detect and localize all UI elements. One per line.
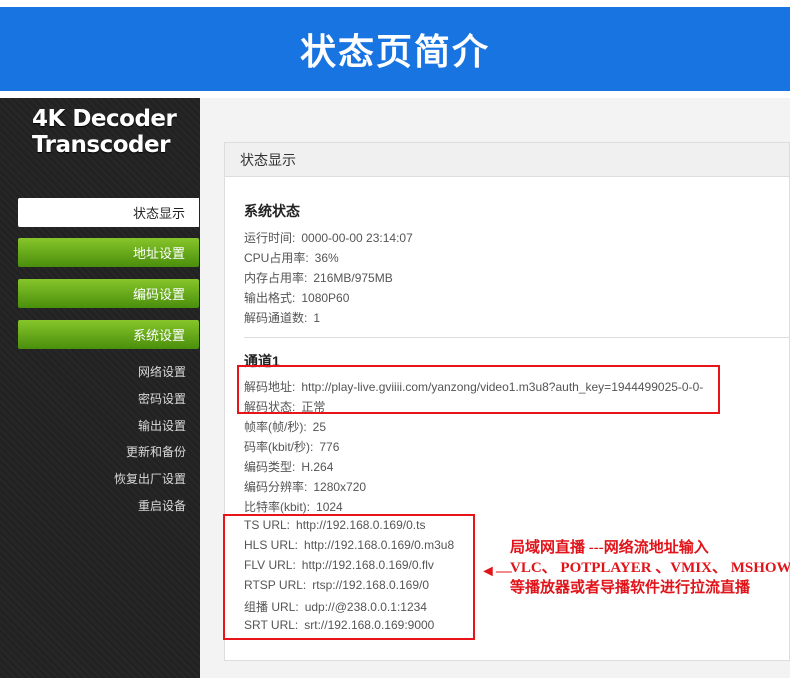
annotation-arrow: ◄— (480, 563, 512, 580)
row-value: 216MB/975MB (313, 271, 393, 285)
sub-menu-reboot[interactable]: 重启设备 (138, 497, 186, 514)
channel-row-bitrate-kbit: 比特率(kbit): 1024 (244, 498, 343, 515)
menu-address-settings[interactable]: 地址设置 (18, 238, 199, 267)
section-divider (244, 337, 789, 338)
channel-row-resolution: 编码分辨率: 1280x720 (244, 478, 366, 495)
system-status-title: 系统状态 (244, 203, 300, 219)
system-row-memory: 内存占用率: 216MB/975MB (244, 269, 393, 286)
panel-header: 状态显示 (225, 143, 789, 177)
menu-status[interactable]: 状态显示 (18, 198, 199, 227)
annotation-line-3: 等播放器或者导播软件进行拉流直播 (510, 580, 751, 596)
decode-address-highlight-box (237, 365, 720, 414)
channel-row-encode-type: 编码类型: H.264 (244, 458, 333, 475)
logo-line-1: 4K Decoder (32, 106, 177, 132)
row-label: 比特率(kbit): (244, 500, 311, 514)
top-banner: 状态页简介 (0, 7, 790, 91)
sub-menu-update-backup[interactable]: 更新和备份 (126, 443, 186, 460)
row-value: 1 (313, 311, 321, 325)
menu-encoding-settings[interactable]: 编码设置 (18, 279, 199, 308)
menu-system-settings[interactable]: 系统设置 (18, 320, 199, 349)
row-label: 内存占用率: (244, 271, 308, 285)
sidebar: 4K Decoder Transcoder 状态显示 地址设置 编码设置 系统设… (0, 98, 200, 678)
logo: 4K Decoder Transcoder (32, 106, 177, 158)
row-label: 编码类型: (244, 460, 296, 474)
row-value: 1024 (316, 500, 343, 514)
system-row-output-format: 输出格式: 1080P60 (244, 289, 349, 306)
sub-menu-network[interactable]: 网络设置 (138, 363, 186, 380)
row-value: 1080P60 (301, 291, 350, 305)
sub-menu-factory-reset[interactable]: 恢复出厂设置 (114, 470, 186, 487)
annotation-note: 局域网直播 ---网络流地址输入 VLC、 POTPLAYER 、VMIX、 M… (510, 538, 790, 598)
row-label: 帧率(帧/秒): (244, 420, 307, 434)
row-value: 776 (319, 440, 340, 454)
sub-menu-password[interactable]: 密码设置 (138, 390, 186, 407)
sub-menu-output[interactable]: 输出设置 (138, 417, 186, 434)
urls-highlight-box (223, 514, 475, 640)
channel-row-fps: 帧率(帧/秒): 25 (244, 418, 326, 435)
row-label: 码率(kbit/秒): (244, 440, 314, 454)
row-value: 25 (312, 420, 327, 434)
row-value: 1280x720 (313, 480, 367, 494)
system-row-cpu: CPU占用率: 36% (244, 249, 339, 266)
row-value: 36% (314, 251, 339, 265)
system-row-uptime: 运行时间: 0000-00-00 23:14:07 (244, 229, 413, 246)
banner-title: 状态页简介 (299, 32, 490, 73)
channel-row-bitrate: 码率(kbit/秒): 776 (244, 438, 339, 455)
system-row-decode-channels: 解码通道数: 1 (244, 309, 320, 326)
logo-line-2: Transcoder (32, 132, 170, 158)
row-label: CPU占用率: (244, 251, 309, 265)
row-value: 0000-00-00 23:14:07 (301, 231, 413, 245)
annotation-line-1: 局域网直播 ---网络流地址输入 (510, 540, 709, 556)
row-label: 输出格式: (244, 291, 296, 305)
annotation-line-2: VLC、 POTPLAYER 、VMIX、 MSHOW (510, 560, 790, 576)
row-label: 运行时间: (244, 231, 296, 245)
row-value: H.264 (301, 460, 334, 474)
row-label: 解码通道数: (244, 311, 308, 325)
row-label: 编码分辨率: (244, 480, 308, 494)
